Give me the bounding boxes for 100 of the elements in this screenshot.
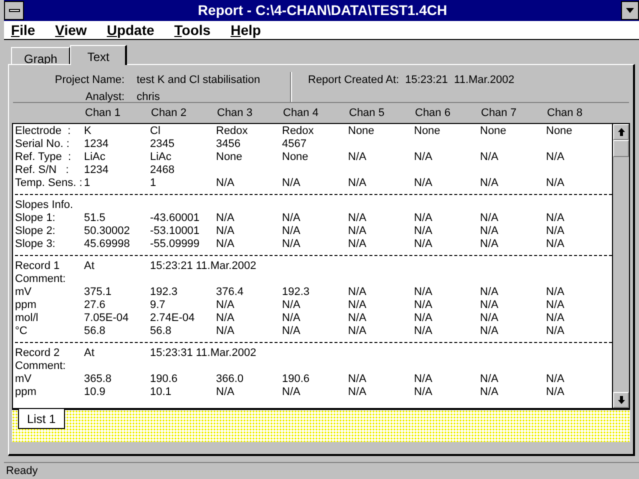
column-header: Chan 4 xyxy=(283,106,320,120)
tab[interactable]: Graph xyxy=(11,47,70,64)
table-cell-text: None xyxy=(282,151,310,164)
table-cell-text: N/A xyxy=(414,312,434,325)
tab[interactable]: Text xyxy=(70,45,128,65)
table-cell-text: 1234 xyxy=(84,164,110,177)
row-label: Slope 2: xyxy=(15,225,56,238)
scroll-up-button[interactable] xyxy=(613,124,629,140)
table-cell-text: At xyxy=(84,347,96,360)
table-cell-text: 190.6 xyxy=(282,373,311,386)
table-cell-text: N/A xyxy=(282,325,302,338)
table-cell-text: N/A xyxy=(414,177,434,190)
row-label: Record 1 xyxy=(15,260,61,273)
scroll-down-button[interactable] xyxy=(613,392,629,408)
scrollbar[interactable] xyxy=(612,124,629,408)
table-cell-text: N/A xyxy=(546,238,566,251)
table-cell-text: N/A xyxy=(546,299,566,312)
table-cell-text: N/A xyxy=(348,225,368,238)
row-label: Comment: xyxy=(15,360,67,373)
table-cell-text: N/A xyxy=(414,151,434,164)
system-menu-button[interactable] xyxy=(4,1,24,20)
table-cell-text: N/A xyxy=(480,373,500,386)
table-cell-text: 1234 xyxy=(84,138,110,151)
sheet-tab[interactable]: List 1 xyxy=(18,409,65,429)
table-cell-text: N/A xyxy=(414,386,434,399)
table-cell-text: N/A xyxy=(348,151,368,164)
table-cell-text: N/A xyxy=(546,225,566,238)
table-cell-text: N/A xyxy=(282,212,302,225)
column-header: Chan 7 xyxy=(481,106,518,120)
table-cell-text: N/A xyxy=(348,386,368,399)
table-cell-text: N/A xyxy=(480,212,500,225)
table-cell-text: N/A xyxy=(546,386,566,399)
table-cell-text: N/A xyxy=(348,212,368,225)
table-cell-text: N/A xyxy=(348,373,368,386)
table-cell-text: N/A xyxy=(480,325,500,338)
table-cell-text: Redox xyxy=(216,125,249,138)
dropdown-button[interactable] xyxy=(621,1,639,20)
status-text: Ready xyxy=(6,464,38,479)
table-cell-text: N/A xyxy=(216,386,236,399)
table-cell-text: At xyxy=(84,260,96,273)
table-cell-text: 4567 xyxy=(282,138,308,151)
caret-icon xyxy=(626,8,634,13)
column-header: Chan 6 xyxy=(415,106,452,120)
table-cell-text: 15:23:21 11.Mar.2002 xyxy=(150,260,258,273)
table-cell-text: 3456 xyxy=(216,138,242,151)
column-header: Chan 1 xyxy=(85,106,122,120)
table-cell-text: N/A xyxy=(348,177,368,190)
table-cell-text: N/A xyxy=(480,286,500,299)
table-cell-text: N/A xyxy=(216,325,236,338)
table-cell-text: N/A xyxy=(414,238,434,251)
row-label: Ref. S/N : xyxy=(15,164,70,177)
row-label: Temp. Sens. : xyxy=(15,177,84,190)
window-title: Report - C:\4-CHAN\DATA\TEST1.4CH xyxy=(198,1,448,20)
table-cell-text: Redox xyxy=(282,125,315,138)
table-cell-text: -55.09999 xyxy=(150,238,201,251)
row-label: Electrode : xyxy=(15,125,72,138)
column-header: Chan 5 xyxy=(349,106,386,120)
menu-item[interactable]: View xyxy=(55,20,87,40)
table-cell-text: 366.0 xyxy=(216,373,245,386)
table-cell-text: N/A xyxy=(216,225,236,238)
table-cell-text: N/A xyxy=(546,312,566,325)
table-cell-text: N/A xyxy=(282,225,302,238)
up-arrow-icon xyxy=(618,128,624,136)
table-cell-text: N/A xyxy=(414,212,434,225)
row-label: Comment: xyxy=(15,273,67,286)
menu-item[interactable]: Update xyxy=(106,20,154,40)
table-cell-text: 1 xyxy=(84,177,92,190)
table-cell-text: 190.6 xyxy=(150,373,179,386)
table-cell-text: N/A xyxy=(216,312,236,325)
table-cell-text: N/A xyxy=(282,299,302,312)
table-cell-text: 376.4 xyxy=(216,286,245,299)
row-label: Record 2 xyxy=(15,347,61,360)
scroll-thumb[interactable] xyxy=(613,140,629,157)
table-cell-text: N/A xyxy=(348,299,368,312)
table-cell-text: N/A xyxy=(414,286,434,299)
row-label: ppm xyxy=(15,386,38,399)
table-cell-text: N/A xyxy=(546,151,566,164)
table-cell-text: 2.74E-04 xyxy=(150,312,196,325)
column-header: Chan 2 xyxy=(151,106,188,120)
column-header: Chan 3 xyxy=(217,106,254,120)
table-cell-text: 10.1 xyxy=(150,386,172,399)
menu-item[interactable]: Help xyxy=(230,20,261,40)
menu-item[interactable]: Tools xyxy=(174,20,211,40)
table-cell-text: -43.60001 xyxy=(150,212,201,225)
table-cell-text: N/A xyxy=(216,212,236,225)
table-cell-text: 9.7 xyxy=(150,299,166,312)
table-cell-text: 50.30002 xyxy=(84,225,131,238)
table-cell-text: None xyxy=(216,151,244,164)
table-cell-text: 10.9 xyxy=(84,386,106,399)
menu-item[interactable]: File xyxy=(11,20,36,40)
table-cell-text: None xyxy=(480,125,508,138)
field-value: chris xyxy=(136,90,161,104)
row-label: mV xyxy=(15,373,32,386)
table-cell-text: -53.10001 xyxy=(150,225,201,238)
table-cell-text: 51.5 xyxy=(84,212,106,225)
table-cell-text: N/A xyxy=(414,325,434,338)
row-label: mol/l xyxy=(15,312,40,325)
row-label: Serial No. : xyxy=(15,138,70,151)
field-value: test K and Cl stabilisation xyxy=(136,73,262,88)
table-cell-text: 56.8 xyxy=(84,325,106,338)
